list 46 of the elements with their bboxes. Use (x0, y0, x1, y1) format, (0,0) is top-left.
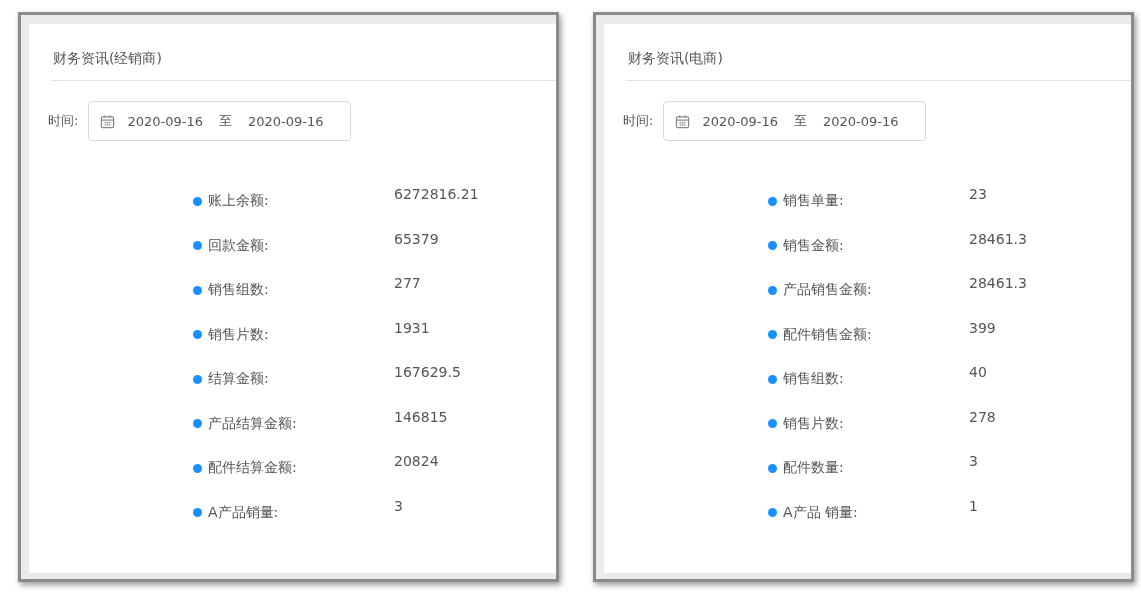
metric-label: 配件数量: (783, 459, 845, 478)
range-separator: 至 (218, 112, 232, 130)
metric-value: 399 (969, 319, 996, 336)
range-separator: 至 (793, 112, 807, 130)
metric-label: 产品销售金额: (783, 281, 873, 300)
metric-value: 277 (394, 275, 421, 292)
start-date: 2020-09-16 (702, 113, 778, 129)
metric-value: 1 (969, 497, 978, 514)
calendar-icon (100, 113, 116, 129)
metric-label: 销售片数: (208, 325, 270, 344)
panel-title: 财务资讯(经销商) (51, 44, 556, 81)
metric-value: 28461.3 (969, 275, 1027, 292)
metric-value: 23 (969, 186, 987, 203)
metric-label: 销售片数: (783, 414, 845, 433)
metric-label: 产品结算金额: (208, 414, 298, 433)
panel-title: 财务资讯(电商) (626, 44, 1131, 81)
start-date: 2020-09-16 (127, 113, 203, 129)
metric-label: A产品销量: (208, 503, 280, 522)
metric-label: 销售单量: (783, 192, 845, 211)
metric-value: 3 (394, 497, 403, 514)
metric-label: 销售金额: (783, 236, 845, 255)
metric-value: 40 (969, 364, 987, 381)
metric-value: 6272816.21 (394, 186, 479, 203)
calendar-icon (675, 113, 691, 129)
metric-value: 146815 (394, 408, 448, 425)
metric-label: 账上余额: (208, 192, 270, 211)
date-range-picker[interactable]: 2020-09-16 至 2020-09-16 (88, 101, 351, 141)
metric-label: A产品 销量: (783, 503, 859, 522)
metric-label: 销售组数: (783, 370, 845, 389)
metric-label: 结算金额: (208, 370, 270, 389)
metric-label: 配件结算金额: (208, 459, 298, 478)
metric-label: 配件销售金额: (783, 325, 873, 344)
end-date: 2020-09-16 (822, 113, 899, 129)
date-label: 时间: (48, 112, 79, 130)
metric-value: 1931 (394, 319, 430, 336)
metric-label: 销售组数: (208, 281, 270, 300)
end-date: 2020-09-16 (247, 113, 324, 129)
metric-value: 3 (969, 453, 978, 470)
metric-label: 回款金额: (208, 236, 270, 255)
metric-value: 20824 (394, 453, 439, 470)
metric-value: 278 (969, 408, 996, 425)
date-label: 时间: (623, 112, 654, 130)
date-range-picker[interactable]: 2020-09-16 至 2020-09-16 (663, 101, 926, 141)
metric-value: 167629.5 (394, 364, 461, 381)
metric-value: 65379 (394, 230, 439, 247)
metric-value: 28461.3 (969, 230, 1027, 247)
